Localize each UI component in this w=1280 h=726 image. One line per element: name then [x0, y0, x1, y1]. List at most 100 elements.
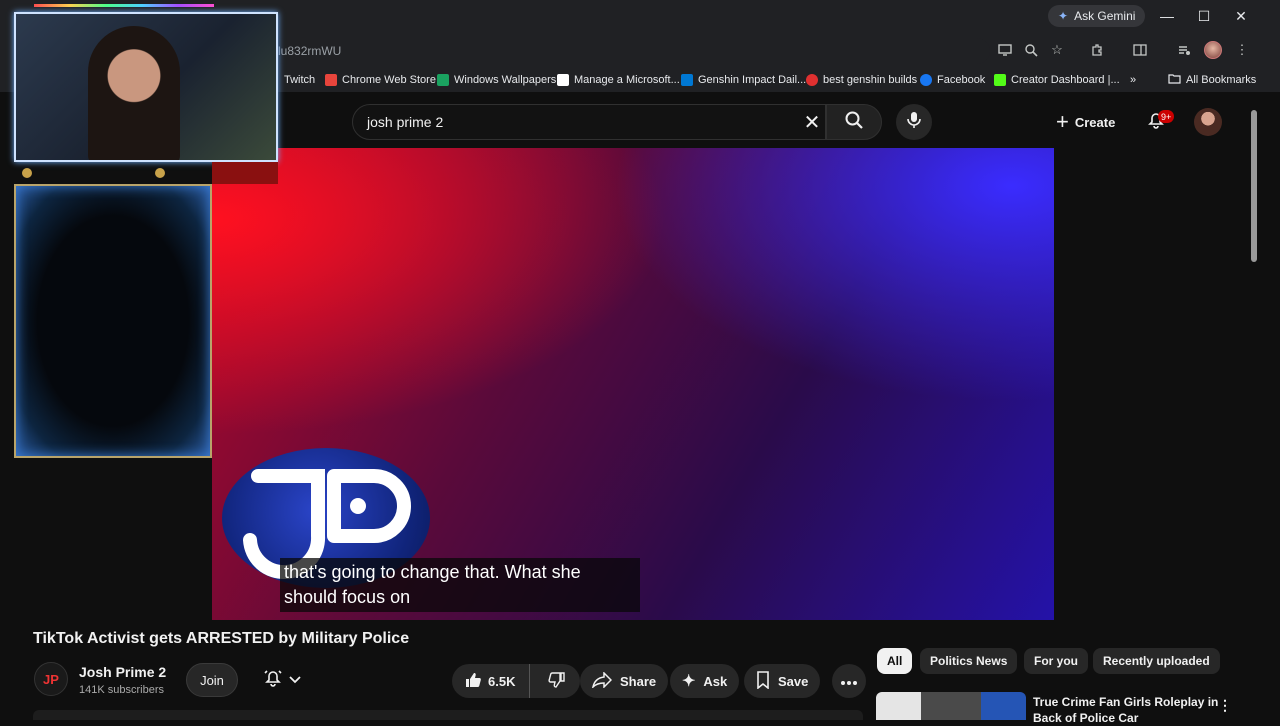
- kick-icon: [994, 74, 1006, 86]
- bookmark-label: best genshin builds: [823, 74, 918, 86]
- bookmark-icon: [756, 670, 770, 692]
- subscription-notifications-button[interactable]: [252, 663, 312, 697]
- gemini-sparkle-icon: ✦: [1058, 9, 1069, 23]
- bookmark-item[interactable]: Chrome Web Store: [325, 72, 436, 88]
- bell-icon: [263, 668, 283, 693]
- bookmark-item[interactable]: Manage a Microsoft...: [557, 72, 680, 88]
- side-panel-icon[interactable]: [1130, 40, 1150, 60]
- save-button[interactable]: Save: [744, 664, 821, 698]
- like-dislike-group: 6.5K: [452, 664, 580, 698]
- webcam-overlay: [14, 12, 278, 162]
- chevron-down-icon: [289, 671, 301, 689]
- zoom-icon[interactable]: [1021, 40, 1041, 60]
- genshin-builds-icon: [806, 74, 818, 86]
- bookmark-label: Windows Wallpapers: [454, 74, 557, 86]
- stream-overlay-frame: [14, 184, 212, 458]
- ask-label: Ask: [703, 673, 728, 689]
- bookmark-star-icon[interactable]: ☆: [1047, 40, 1067, 60]
- more-horizontal-icon: [841, 672, 857, 690]
- share-label: Share: [620, 673, 657, 689]
- extensions-icon[interactable]: [1087, 40, 1107, 60]
- address-bar[interactable]: lu832rmWU: [270, 38, 990, 64]
- bookmark-label: Chrome Web Store: [342, 74, 436, 86]
- search-query: josh prime 2: [367, 114, 444, 130]
- overlay-red-panel: [212, 162, 278, 184]
- chip-all[interactable]: All: [877, 648, 913, 674]
- more-actions-button[interactable]: [832, 664, 866, 698]
- recommendation-title[interactable]: True Crime Fan Girls Roleplay in Back of…: [1033, 694, 1223, 726]
- browser-menu-icon[interactable]: ⋮: [1232, 40, 1252, 60]
- search-icon: [844, 110, 864, 135]
- chip-for-you[interactable]: For you: [1024, 648, 1088, 674]
- search-button[interactable]: [826, 104, 882, 140]
- page-scrollbar[interactable]: [1248, 110, 1258, 262]
- sparkle-icon: ✦: [682, 673, 696, 690]
- url-text: lu832rmWU: [278, 44, 342, 58]
- browser-tab-strip[interactable]: [34, 4, 214, 7]
- caption-line: should focus on: [284, 587, 411, 607]
- like-button[interactable]: 6.5K: [452, 664, 531, 698]
- bookmarks-overflow-button[interactable]: »: [1130, 72, 1136, 88]
- overlay-handle-icon: [22, 168, 32, 178]
- all-bookmarks-label: All Bookmarks: [1186, 74, 1257, 86]
- microsoft-a-icon: [557, 74, 569, 86]
- clear-search-icon[interactable]: ✕: [800, 110, 824, 134]
- description-box[interactable]: [33, 710, 863, 720]
- close-window-button[interactable]: ✕: [1231, 6, 1251, 26]
- save-label: Save: [778, 673, 809, 689]
- all-bookmarks-button[interactable]: All Bookmarks: [1168, 72, 1256, 88]
- chrome-web-store-icon: [325, 74, 337, 86]
- dislike-button[interactable]: [538, 664, 576, 698]
- recommendation-menu-icon[interactable]: ⋮: [1218, 696, 1232, 714]
- share-button[interactable]: Share: [580, 664, 669, 698]
- media-control-icon[interactable]: [1174, 40, 1194, 60]
- subscriber-count: 141K subscribers: [79, 684, 164, 696]
- bookmark-label: Facebook: [937, 74, 986, 86]
- ask-button[interactable]: ✦ Ask: [670, 664, 740, 698]
- channel-avatar-text: JP: [43, 671, 59, 687]
- join-button[interactable]: Join: [186, 663, 238, 697]
- overlay-handle-icon: [155, 168, 165, 178]
- bookmark-item[interactable]: best genshin builds: [806, 72, 917, 88]
- bookmark-item[interactable]: Windows Wallpapers: [437, 72, 556, 88]
- caption-line: that's going to change that. What she: [284, 562, 581, 582]
- bookmark-label: Manage a Microsoft...: [574, 74, 680, 86]
- search-input[interactable]: josh prime 2: [352, 104, 826, 140]
- video-captions: that's going to change that. What she sh…: [280, 558, 640, 612]
- minimize-button[interactable]: —: [1157, 6, 1177, 26]
- folder-icon: [1168, 73, 1181, 87]
- maximize-button[interactable]: ☐: [1194, 6, 1214, 26]
- bookmark-item[interactable]: Creator Dashboard |...: [994, 72, 1120, 88]
- create-label: Create: [1074, 114, 1116, 130]
- video-title: TikTok Activist gets ARRESTED by Militar…: [33, 630, 410, 647]
- plus-icon: +: [1056, 109, 1069, 134]
- youtube-account-avatar[interactable]: [1194, 108, 1222, 136]
- ask-gemini-button[interactable]: ✦ Ask Gemini: [1048, 5, 1146, 27]
- channel-avatar[interactable]: JP: [34, 662, 68, 696]
- create-button[interactable]: + Create: [1046, 106, 1125, 138]
- microphone-icon: [907, 111, 921, 134]
- bookmark-item[interactable]: Facebook: [920, 72, 985, 88]
- thumbs-up-icon: [464, 671, 482, 692]
- thumbs-down-icon: [548, 671, 566, 692]
- ask-gemini-label: Ask Gemini: [1074, 9, 1136, 23]
- voice-search-button[interactable]: [896, 104, 932, 140]
- scrollbar-thumb[interactable]: [1251, 110, 1257, 262]
- share-arrow-icon: [591, 670, 613, 691]
- webcam-person: [88, 26, 180, 160]
- windows-wallpapers-icon: [437, 74, 449, 86]
- chip-recently-uploaded[interactable]: Recently uploaded: [1093, 648, 1220, 674]
- chip-politics-news[interactable]: Politics News: [920, 648, 1018, 674]
- recommendation-thumbnail[interactable]: [876, 692, 1026, 720]
- bookmark-item[interactable]: Twitch: [284, 72, 315, 88]
- bookmark-label: Creator Dashboard |...: [1011, 74, 1120, 86]
- genshin-daily-icon: [681, 74, 693, 86]
- install-app-icon[interactable]: [995, 40, 1015, 60]
- bookmark-label: Genshin Impact Dail...: [698, 74, 807, 86]
- notification-count-badge: 9+: [1158, 110, 1175, 123]
- bookmark-item[interactable]: Genshin Impact Dail...: [681, 72, 806, 88]
- like-count: 6.5K: [488, 673, 516, 689]
- bookmark-label: Twitch: [284, 74, 316, 86]
- channel-name[interactable]: Josh Prime 2: [79, 664, 166, 680]
- browser-profile-avatar[interactable]: [1204, 41, 1222, 59]
